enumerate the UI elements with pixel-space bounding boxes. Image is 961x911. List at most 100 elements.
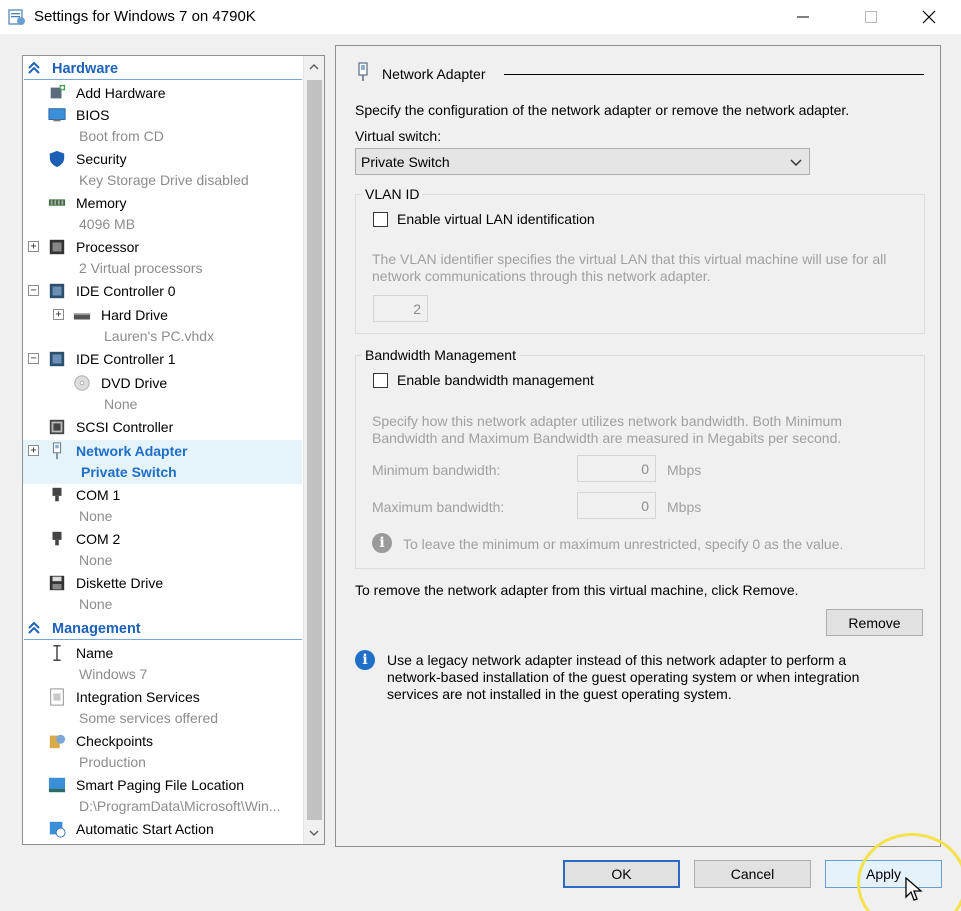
tree-item-com-1[interactable]: COM 1 None xyxy=(23,484,302,528)
tree-item-dvd-drive[interactable]: DVD Drive None xyxy=(23,372,302,416)
processor-icon xyxy=(49,239,65,255)
hardware-section-header[interactable]: Hardware xyxy=(24,58,302,80)
tree-item-label: SCSI Controller xyxy=(76,419,174,435)
tree-item-label: Hard Drive xyxy=(101,307,168,323)
tree-item-checkpoints[interactable]: Checkpoints Production xyxy=(23,730,302,774)
expand-icon[interactable]: − xyxy=(28,285,39,296)
mouse-cursor-icon xyxy=(905,877,923,901)
vlan-help-line1: The VLAN identifier specifies the virtua… xyxy=(372,251,887,267)
bandwidth-checkbox-label[interactable]: Enable bandwidth management xyxy=(397,372,594,388)
vlan-checkbox[interactable] xyxy=(373,212,388,227)
max-bandwidth-input[interactable]: 0 xyxy=(577,492,656,519)
management-header-label: Management xyxy=(52,621,141,637)
settings-tree[interactable]: Hardware Add Hardware BIOS Boot from CD Sec… xyxy=(22,55,325,845)
tree-item-bios[interactable]: BIOS Boot from CD xyxy=(23,104,302,148)
integration-services-icon xyxy=(50,688,64,706)
tree-item-label: Memory xyxy=(76,195,127,211)
tree-item-sublabel: Production xyxy=(79,754,146,770)
info-icon: i xyxy=(355,650,375,670)
hardware-header-label: Hardware xyxy=(52,61,119,77)
expand-icon[interactable]: + xyxy=(28,241,39,252)
tree-item-label: Smart Paging File Location xyxy=(76,777,245,793)
tree-item-label: COM 1 xyxy=(76,487,121,503)
tree-item-label: Diskette Drive xyxy=(76,575,164,591)
legacy-adapter-line1: Use a legacy network adapter instead of … xyxy=(387,652,847,668)
tree-item-sublabel: Private Switch xyxy=(81,464,177,480)
tree-item-label: Checkpoints xyxy=(76,733,154,749)
vlan-checkbox-label[interactable]: Enable virtual LAN identification xyxy=(397,211,595,227)
scroll-down-button[interactable] xyxy=(304,822,324,844)
scsi-controller-icon xyxy=(49,419,65,435)
settings-panel: Network Adapter Specify the configuratio… xyxy=(335,45,941,847)
ok-button[interactable]: OK xyxy=(563,860,680,888)
legacy-adapter-line3: services are not installed in the guest … xyxy=(387,686,732,702)
remove-button[interactable]: Remove xyxy=(826,609,923,636)
remove-instructions: To remove the network adapter from this … xyxy=(355,582,799,598)
tree-item-label: BIOS xyxy=(76,107,110,123)
tree-item-network-adapter[interactable]: + Network Adapter Private Switch xyxy=(23,440,302,484)
tree-item-hard-drive[interactable]: + Hard Drive Lauren's PC.vhdx xyxy=(23,304,302,348)
tree-item-label: Automatic Start Action xyxy=(76,821,214,837)
close-button[interactable] xyxy=(906,0,952,34)
bandwidth-checkbox[interactable] xyxy=(373,373,388,388)
management-section-header[interactable]: Management xyxy=(24,618,302,640)
ide-controller-icon xyxy=(49,283,65,299)
name-icon xyxy=(53,645,61,661)
min-bandwidth-unit: Mbps xyxy=(667,462,702,478)
chevron-down-icon xyxy=(790,159,802,167)
maximize-button[interactable] xyxy=(848,0,894,34)
tree-item-label: IDE Controller 1 xyxy=(76,351,176,367)
chevron-up-icon xyxy=(309,63,319,70)
collapse-chevron-icon xyxy=(28,61,40,74)
tree-item-security[interactable]: Security Key Storage Drive disabled xyxy=(23,148,302,192)
settings-app-icon xyxy=(8,9,25,25)
dvd-drive-icon xyxy=(74,375,90,391)
virtual-switch-select[interactable]: Private Switch xyxy=(355,148,810,175)
legacy-adapter-line2: network-based installation of the guest … xyxy=(387,669,860,685)
max-bandwidth-unit: Mbps xyxy=(667,499,702,515)
bandwidth-help-line1: Specify how this network adapter utilize… xyxy=(372,413,842,429)
tree-item-label: Network Adapter xyxy=(76,443,188,459)
vlan-group-title: VLAN ID xyxy=(362,186,423,202)
scroll-thumb[interactable] xyxy=(307,80,322,820)
vlan-id-input[interactable]: 2 xyxy=(373,295,428,322)
ide-controller-icon xyxy=(49,351,65,367)
tree-item-ide-controller-0[interactable]: − IDE Controller 0 xyxy=(23,280,302,302)
tree-item-diskette-drive[interactable]: Diskette Drive None xyxy=(23,572,302,616)
panel-description: Specify the configuration of the network… xyxy=(355,102,850,118)
hard-drive-icon xyxy=(73,313,91,320)
add-hardware-icon xyxy=(50,84,66,99)
shield-icon xyxy=(49,150,65,168)
tree-item-sublabel: Boot from CD xyxy=(79,128,164,144)
tree-item-processor[interactable]: + Processor 2 Virtual processors xyxy=(23,236,302,280)
tree-item-scsi-controller[interactable]: SCSI Controller xyxy=(23,416,302,438)
tree-item-add-hardware[interactable]: Add Hardware xyxy=(23,82,302,104)
tree-item-sublabel: 4096 MB xyxy=(79,216,136,232)
automatic-start-icon xyxy=(49,821,66,838)
diskette-icon xyxy=(49,575,65,591)
tree-item-label: Integration Services xyxy=(76,689,200,705)
tree-item-sublabel: D:\ProgramData\Microsoft\Win... xyxy=(79,798,281,814)
expand-icon[interactable]: + xyxy=(53,309,64,320)
info-icon: i xyxy=(372,533,392,553)
tree-scrollbar[interactable] xyxy=(303,56,324,844)
title-divider xyxy=(504,74,924,75)
minimize-button[interactable] xyxy=(780,0,826,34)
expand-icon[interactable]: + xyxy=(28,445,39,456)
com-port-icon xyxy=(52,531,62,546)
expand-icon[interactable]: − xyxy=(28,353,39,364)
cancel-button[interactable]: Cancel xyxy=(694,860,811,888)
scroll-up-button[interactable] xyxy=(304,56,324,78)
tree-item-name[interactable]: Name Windows 7 xyxy=(23,642,302,686)
bandwidth-group-title: Bandwidth Management xyxy=(362,347,519,363)
min-bandwidth-input[interactable]: 0 xyxy=(577,455,656,482)
tree-item-com-2[interactable]: COM 2 None xyxy=(23,528,302,572)
tree-item-sublabel: None xyxy=(79,596,113,612)
tree-item-ide-controller-1[interactable]: − IDE Controller 1 xyxy=(23,348,302,370)
virtual-switch-label: Virtual switch: xyxy=(355,128,442,144)
tree-item-automatic-start-action[interactable]: Automatic Start Action xyxy=(23,818,302,840)
tree-item-memory[interactable]: Memory 4096 MB xyxy=(23,192,302,236)
bandwidth-help-line2: Bandwidth and Maximum Bandwidth are meas… xyxy=(372,430,842,446)
tree-item-smart-paging-file-location[interactable]: Smart Paging File Location D:\ProgramData… xyxy=(23,774,302,818)
tree-item-integration-services[interactable]: Integration Services Some services offere… xyxy=(23,686,302,730)
